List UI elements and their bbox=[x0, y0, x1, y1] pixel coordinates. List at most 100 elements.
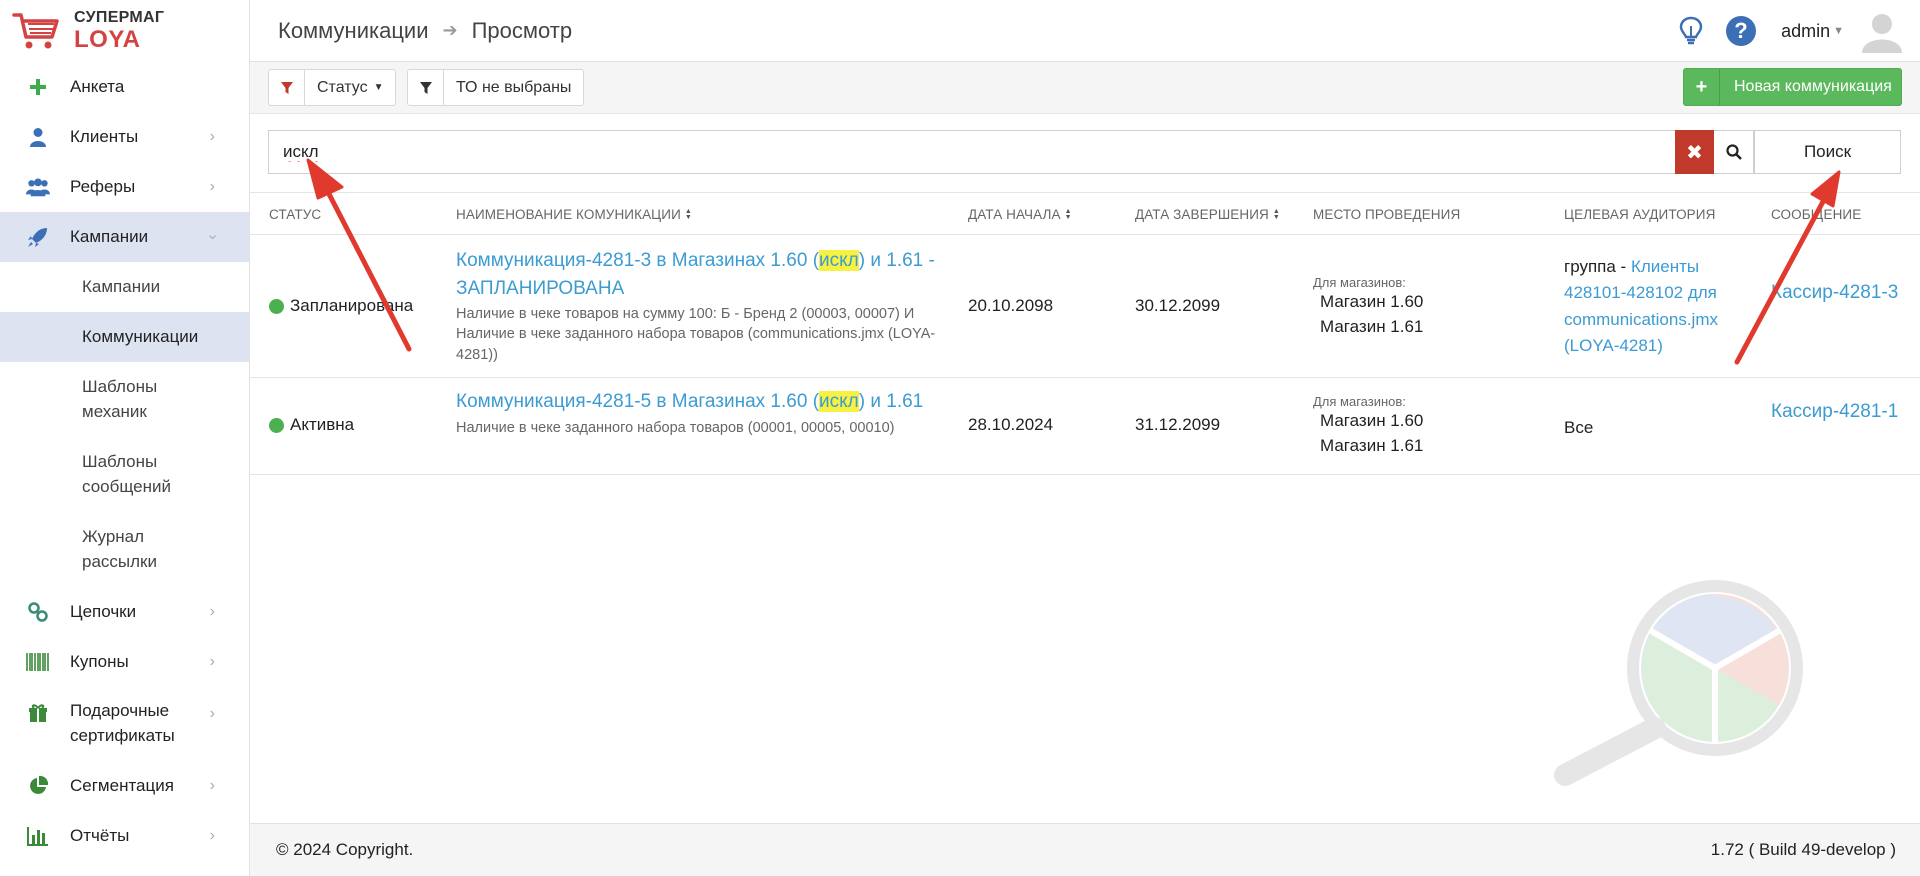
user-menu[interactable]: admin ▼ bbox=[1781, 21, 1844, 42]
barcode-icon bbox=[26, 650, 50, 674]
place-cell: Для магазинов: Магазин 1.60 Магазин 1.61 bbox=[1313, 394, 1423, 458]
sidebar-item-label: Клиенты bbox=[70, 127, 139, 146]
place-item: Магазин 1.60 bbox=[1320, 411, 1424, 430]
col-name[interactable]: НАИМЕНОВАНИЕ КОМУНИКАЦИИ ▲ ▼ bbox=[456, 193, 692, 236]
chevron-right-icon: › bbox=[209, 653, 215, 670]
new-communication-button[interactable]: + Новая коммуникация bbox=[1683, 68, 1902, 106]
logo[interactable]: СУПЕРМАГ LOYA bbox=[0, 0, 249, 62]
place-cell: Для магазинов: Магазин 1.60 Магазин 1.61 bbox=[1313, 275, 1423, 339]
breadcrumb-communications[interactable]: Коммуникации bbox=[278, 18, 429, 44]
sidebar-item-label: Цепочки bbox=[70, 602, 137, 621]
sidebar-item-label: Купоны bbox=[70, 652, 129, 671]
brand-line2: LOYA bbox=[74, 25, 141, 53]
pie-icon bbox=[26, 774, 50, 798]
breadcrumb: Коммуникации ➔ Просмотр bbox=[278, 18, 572, 44]
col-message: СООБЩЕНИЕ bbox=[1771, 193, 1861, 236]
version: 1.72 ( Build 49-develop ) bbox=[1710, 840, 1896, 859]
sidebar-item-clients[interactable]: Клиенты › bbox=[0, 112, 249, 162]
table-row: Активна Коммуникация-4281-5 в Магазинах … bbox=[250, 378, 1920, 475]
status-cell: Запланирована bbox=[269, 296, 413, 316]
sidebar-item-label: Сегментация bbox=[70, 776, 174, 795]
sidebar-item-label: Кампании bbox=[70, 227, 149, 246]
place-caption: Для магазинов: bbox=[1313, 275, 1406, 290]
help-icon[interactable]: ? bbox=[1723, 13, 1759, 49]
sidebar-subitem-mailing-log[interactable]: Журнал рассылки bbox=[0, 512, 249, 587]
sidebar-subitem-campaigns[interactable]: Кампании bbox=[0, 262, 249, 312]
status-filter-button[interactable]: Статус ▼ bbox=[268, 69, 397, 106]
to-filter-label: ТО не выбраны bbox=[456, 78, 572, 96]
col-audience: ЦЕЛЕВАЯ АУДИТОРИЯ bbox=[1564, 193, 1715, 236]
sidebar-item-label: Реферы bbox=[70, 177, 136, 196]
communication-link[interactable]: Коммуникация-4281-3 в Магазинах 1.60 (ис… bbox=[456, 247, 936, 302]
rocket-icon bbox=[26, 225, 50, 249]
user-name: admin bbox=[1781, 20, 1831, 41]
name-part: ) и 1.61 bbox=[858, 391, 924, 412]
chevron-down-icon: › bbox=[204, 234, 222, 240]
place-item: Магазин 1.60 bbox=[1320, 292, 1424, 311]
chevron-right-icon: › bbox=[209, 827, 215, 844]
sidebar-item-campaigns[interactable]: Кампании › bbox=[0, 212, 249, 262]
audience-cell: группа - Клиенты 428101-428102 для commu… bbox=[1564, 254, 1744, 359]
sort-icon: ▲ ▼ bbox=[684, 207, 692, 221]
sidebar-item-gift-certificates[interactable]: Подарочные сертификаты › bbox=[0, 687, 249, 761]
search-icon-button[interactable] bbox=[1714, 130, 1754, 174]
gift-icon bbox=[26, 701, 50, 725]
sidebar-item-chains[interactable]: Цепочки › bbox=[0, 587, 249, 637]
magnifier-pie-watermark-icon bbox=[1554, 580, 1803, 786]
name-cell: Коммуникация-4281-5 в Магазинах 1.60 (ис… bbox=[456, 388, 936, 438]
person-icon bbox=[26, 125, 50, 149]
toolbar: Статус ▼ ТО не выбраны + Новая коммуникац… bbox=[250, 62, 1920, 114]
plus-icon: + bbox=[1684, 69, 1720, 105]
status-cell: Активна bbox=[269, 415, 354, 435]
copyright: © 2024 Copyright. bbox=[276, 840, 414, 859]
start-date: 20.10.2098 bbox=[968, 296, 1054, 315]
to-filter-button[interactable]: ТО не выбраны bbox=[407, 69, 585, 106]
chevron-right-icon: › bbox=[209, 777, 215, 794]
sort-icon: ▲ ▼ bbox=[1272, 207, 1280, 221]
col-end-date[interactable]: ДАТА ЗАВЕРШЕНИЯ ▲ ▼ bbox=[1135, 193, 1280, 236]
search-button[interactable]: Поиск bbox=[1754, 130, 1901, 174]
sidebar-item-anketa[interactable]: Анкета bbox=[0, 62, 249, 112]
table-header: СТАТУС НАИМЕНОВАНИЕ КОМУНИКАЦИИ ▲ ▼ ДАТА Н… bbox=[250, 192, 1920, 235]
sidebar-item-label: Подарочные сертификаты bbox=[70, 701, 175, 745]
col-message-label: СООБЩЕНИЕ bbox=[1771, 207, 1862, 222]
message-link[interactable]: Кассир-4281-3 bbox=[1771, 279, 1901, 307]
sidebar-subitem-message-templates[interactable]: Шаблоны сообщений bbox=[0, 437, 249, 512]
status-dot bbox=[269, 298, 284, 314]
caret-down-icon: ▼ bbox=[373, 82, 384, 93]
breadcrumb-view: Просмотр bbox=[471, 17, 573, 43]
caret-down-icon: ▼ bbox=[1833, 25, 1844, 37]
place-item: Магазин 1.61 bbox=[1320, 435, 1424, 455]
col-name-label: НАИМЕНОВАНИЕ КОМУНИКАЦИИ bbox=[456, 207, 681, 222]
sidebar-item-referrers[interactable]: Реферы › bbox=[0, 162, 249, 212]
bar-chart-icon bbox=[26, 824, 50, 848]
search-highlight: искл bbox=[819, 391, 859, 412]
plus-icon bbox=[26, 75, 50, 99]
place-item: Магазин 1.61 bbox=[1320, 316, 1424, 336]
sidebar-item-coupons[interactable]: Купоны › bbox=[0, 637, 249, 687]
communication-description: Наличие в чеке товаров на сумму 100: Б -… bbox=[456, 306, 936, 363]
lightbulb-icon[interactable] bbox=[1673, 13, 1709, 49]
chevron-right-icon: › bbox=[209, 603, 215, 620]
search-input[interactable] bbox=[268, 130, 1675, 174]
audience-cell: Все bbox=[1564, 418, 1594, 437]
sidebar-subitem-label: Коммуникации bbox=[82, 326, 199, 346]
sidebar-item-label: Анкета bbox=[70, 77, 125, 96]
sidebar-subitem-label: Шаблоны механик bbox=[82, 376, 158, 421]
sidebar-item-segmentation[interactable]: Сегментация › bbox=[0, 761, 249, 811]
filter-icon bbox=[269, 70, 305, 105]
sidebar-item-reports[interactable]: Отчёты › bbox=[0, 811, 249, 861]
place-caption: Для магазинов: bbox=[1313, 394, 1406, 409]
arrow-right-icon: ➔ bbox=[442, 20, 458, 40]
communication-link[interactable]: Коммуникация-4281-5 в Магазинах 1.60 (ис… bbox=[456, 388, 936, 416]
sidebar-subitem-mechanics-templates[interactable]: Шаблоны механик bbox=[0, 362, 249, 437]
audience-prefix: группа - bbox=[1564, 257, 1631, 276]
status-dot bbox=[269, 417, 284, 433]
col-start-date[interactable]: ДАТА НАЧАЛА ▲ ▼ bbox=[968, 193, 1072, 236]
chevron-right-icon: › bbox=[209, 128, 215, 145]
message-link[interactable]: Кассир-4281-1 bbox=[1771, 398, 1901, 426]
name-part: Коммуникация-4281-3 в Магазинах 1.60 ( bbox=[456, 250, 820, 271]
clear-search-button[interactable]: ✖ bbox=[1675, 130, 1714, 174]
avatar[interactable] bbox=[1860, 9, 1904, 53]
sidebar-subitem-communications[interactable]: Коммуникации bbox=[0, 312, 249, 362]
